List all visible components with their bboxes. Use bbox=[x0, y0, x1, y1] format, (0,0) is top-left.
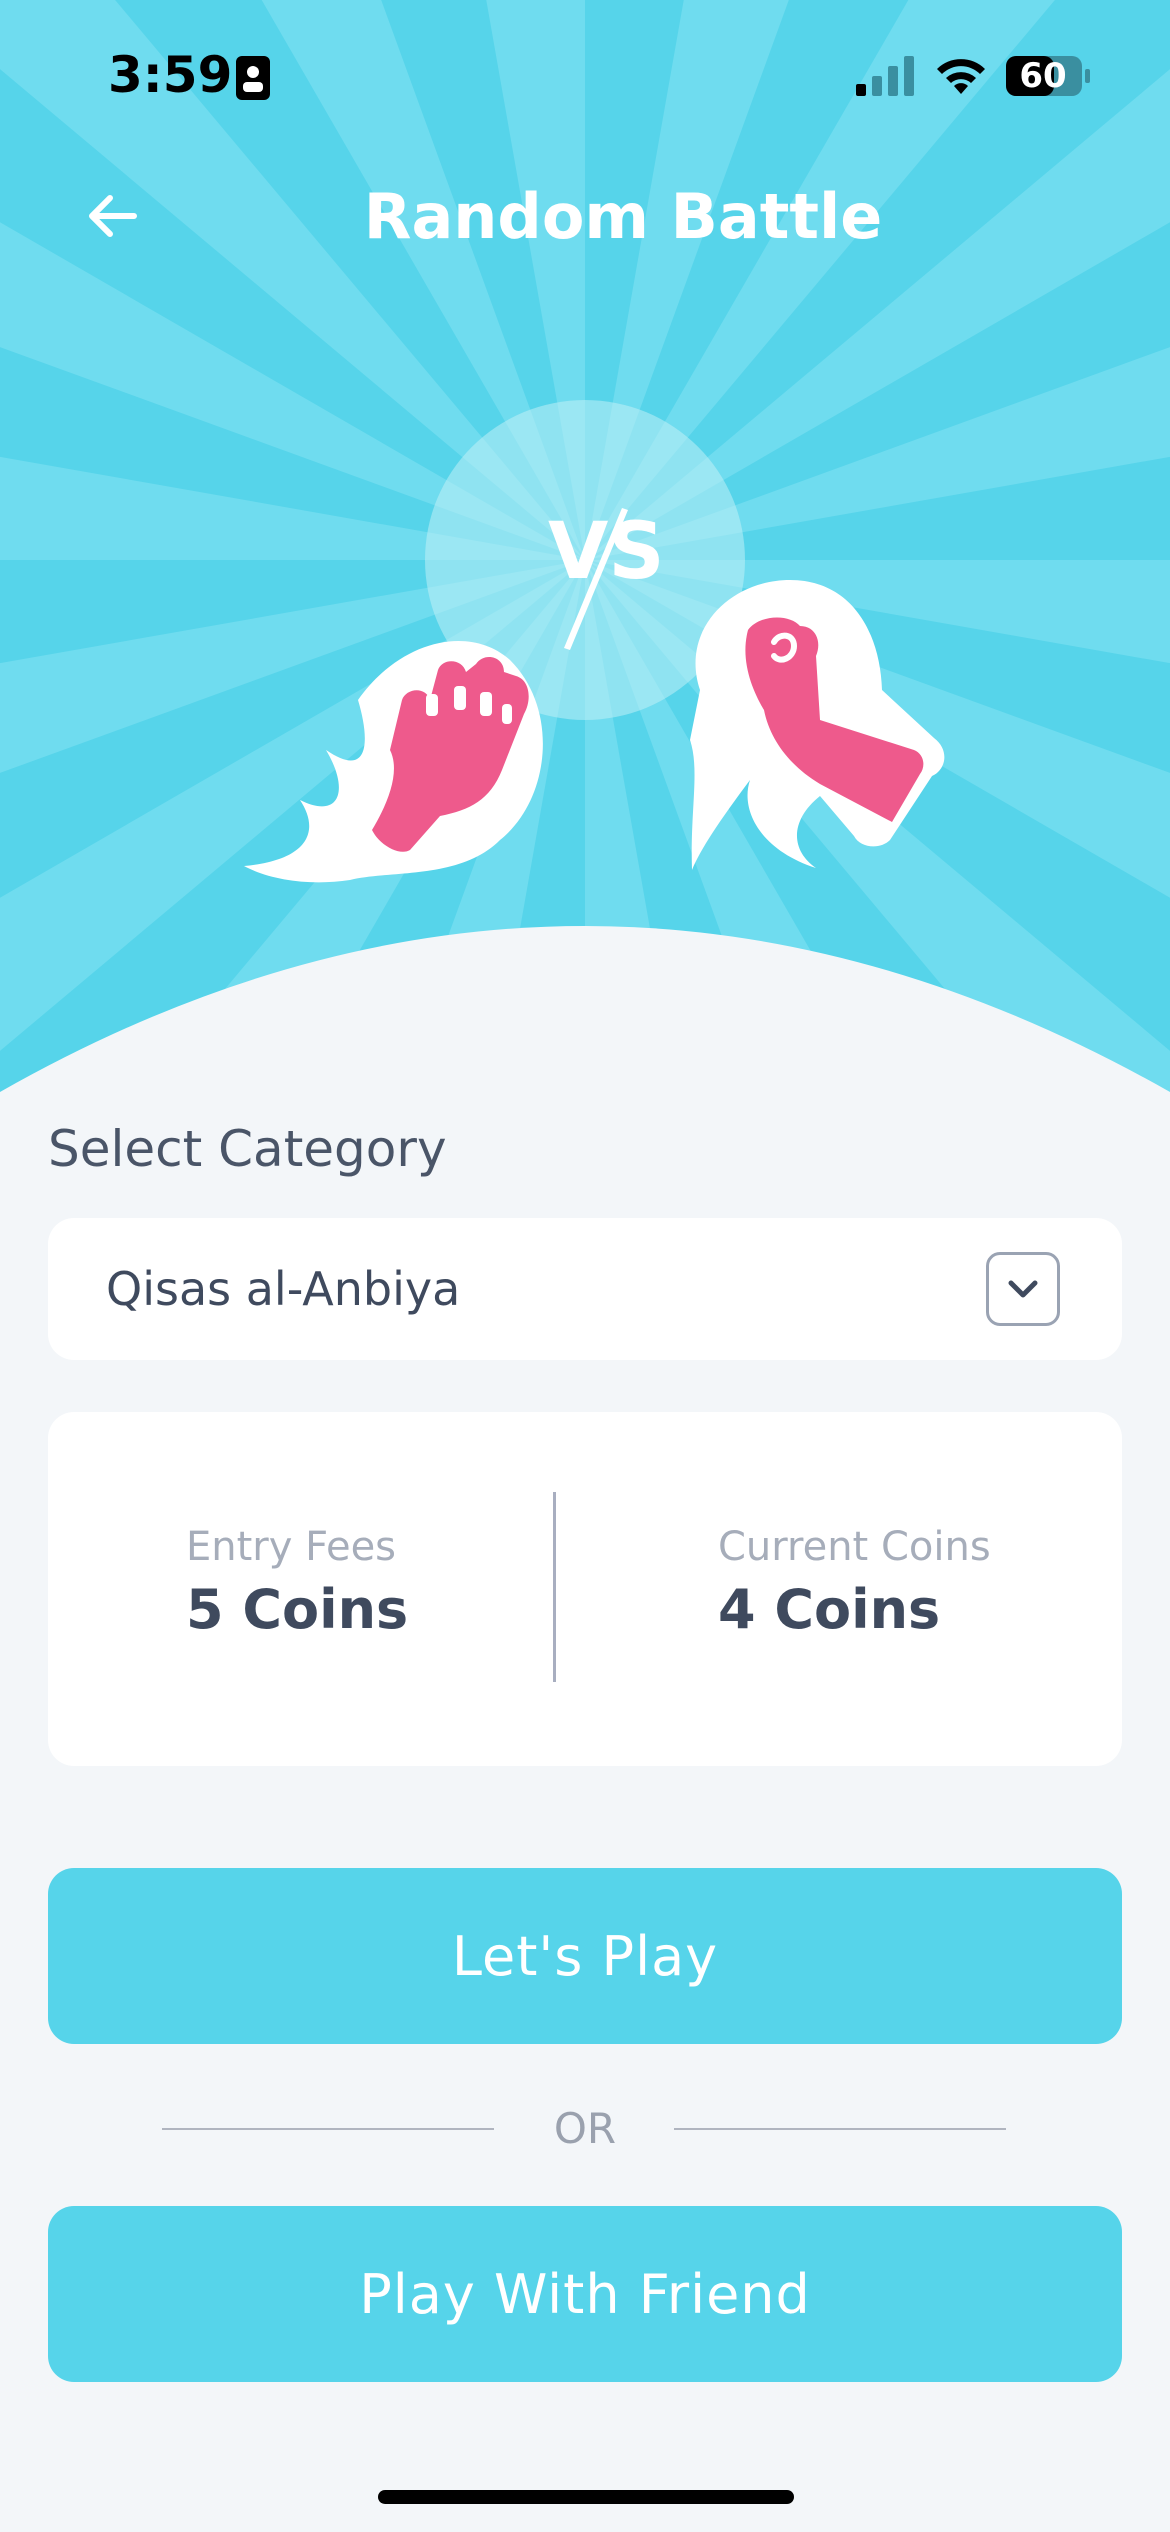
cellular-signal-icon bbox=[856, 56, 914, 96]
current-coins-label: Current Coins bbox=[718, 1524, 991, 1570]
hero-banner: VS bbox=[0, 0, 1170, 1100]
coins-info-card: Entry Fees 5 Coins Current Coins 4 Coins bbox=[48, 1412, 1122, 1766]
dropdown-toggle[interactable] bbox=[986, 1252, 1060, 1326]
status-bar: 3:59 60 bbox=[0, 0, 1170, 150]
play-with-friend-button[interactable]: Play With Friend bbox=[48, 2206, 1122, 2382]
raised-fist-icon bbox=[690, 580, 945, 870]
wifi-icon bbox=[937, 59, 985, 94]
flaming-fist-icon bbox=[244, 640, 543, 883]
entry-fees-value: 5 Coins bbox=[186, 1578, 409, 1641]
entry-fees-block: Entry Fees 5 Coins bbox=[186, 1524, 408, 1641]
or-separator: OR bbox=[0, 2100, 1170, 2160]
battery-level: 60 bbox=[1019, 56, 1067, 96]
select-category-label: Select Category bbox=[48, 1120, 447, 1178]
category-dropdown[interactable]: Qisas al-Anbiya bbox=[48, 1218, 1122, 1360]
chevron-down-icon bbox=[1008, 1280, 1038, 1298]
current-coins-block: Current Coins 4 Coins bbox=[718, 1524, 991, 1641]
category-selected-value: Qisas al-Anbiya bbox=[106, 1262, 461, 1316]
entry-fees-label: Entry Fees bbox=[186, 1524, 397, 1570]
status-time: 3:59 bbox=[108, 46, 233, 104]
home-indicator[interactable] bbox=[378, 2490, 794, 2504]
page-title: Random Battle bbox=[363, 180, 883, 253]
or-line-right bbox=[674, 2128, 1006, 2130]
id-card-icon bbox=[236, 56, 270, 100]
coins-divider bbox=[553, 1492, 556, 1682]
current-coins-value: 4 Coins bbox=[718, 1578, 941, 1641]
lets-play-button[interactable]: Let's Play bbox=[48, 1868, 1122, 2044]
